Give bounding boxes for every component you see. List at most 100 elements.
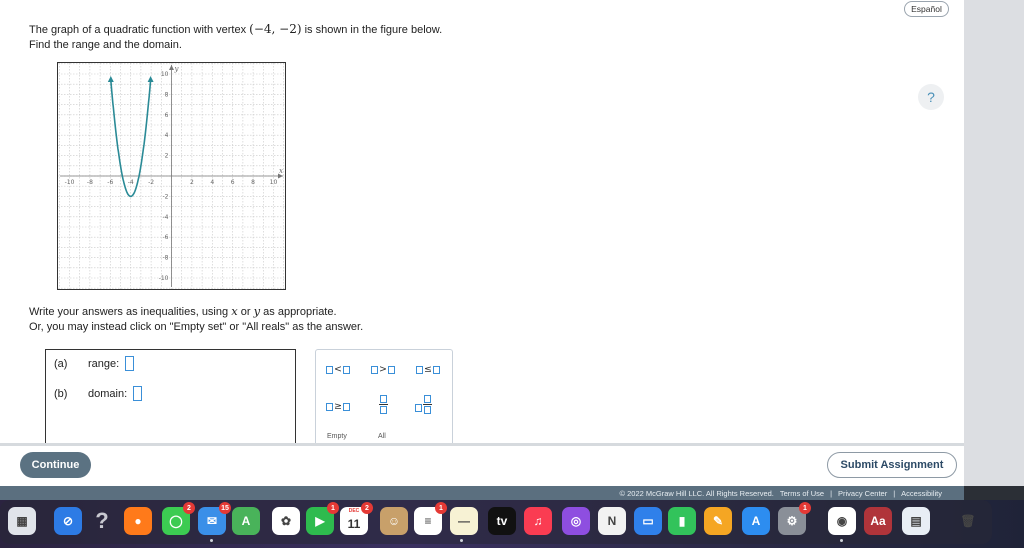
messages-glyph: ◯ [169, 514, 183, 528]
messages-icon[interactable]: ◯ 2 [162, 502, 195, 535]
help-icon[interactable]: ? [88, 507, 116, 535]
footer-right [964, 486, 1024, 500]
copyright-text: © 2022 McGraw Hill LLC. All Rights Reser… [619, 488, 774, 498]
domain-label: domain: [88, 387, 128, 400]
greater-equal-key[interactable]: ≥ [326, 401, 350, 412]
x-tick-label: 8 [251, 179, 255, 186]
trash-glyph: 🗑 [960, 514, 976, 528]
question-line-1: The graph of a quadratic function with v… [29, 22, 443, 36]
instructions-text: Write your answers as inequalities, usin… [29, 304, 363, 335]
x-tick-label: 10 [270, 179, 278, 186]
dictionary-icon[interactable]: Aa [864, 507, 892, 535]
range-row: (a) range: [54, 356, 135, 371]
accessibility-link[interactable]: Accessibility [901, 489, 942, 498]
footer-links: © 2022 McGraw Hill LLC. All Rights Reser… [620, 486, 942, 500]
calendar-month: DEC [348, 508, 360, 514]
contacts-icon[interactable]: ☺ [380, 507, 408, 535]
preview-glyph: ▤ [910, 514, 922, 528]
math-keypad: < > ≤ ≥ Empty All [315, 349, 453, 443]
tv-glyph: tv [496, 514, 508, 528]
chrome-glyph: ◉ [836, 514, 848, 528]
x-tick-label: -2 [148, 179, 154, 186]
photos-icon[interactable]: ✿ [272, 507, 300, 535]
graph-svg: -10 -8 -6 -4 -2 2 4 6 8 10 10 8 6 4 2 -2 -4 -6 -8 -10 x y [58, 63, 285, 289]
music-icon[interactable]: ♫ [524, 507, 552, 535]
continue-button[interactable]: Continue [20, 452, 91, 478]
empty-set-key[interactable]: Empty [327, 433, 347, 440]
keynote-glyph: ▭ [642, 514, 654, 528]
calendar-icon[interactable]: DEC 11 2 [340, 502, 373, 535]
help-button[interactable]: ? [918, 84, 944, 110]
terms-link[interactable]: Terms of Use [780, 489, 824, 498]
footer-separator: | [893, 488, 896, 498]
notification-badge: 1 [435, 502, 447, 514]
y-tick-label: -6 [163, 234, 169, 241]
maps-icon[interactable]: A [232, 507, 260, 535]
y-tick-label: -10 [159, 275, 169, 282]
launchpad-glyph: ▦ [16, 514, 28, 528]
podcasts-icon[interactable]: ◎ [562, 507, 590, 535]
podcasts-glyph: ◎ [570, 514, 582, 528]
range-input[interactable] [125, 356, 135, 371]
greater-than-key[interactable]: > [371, 364, 395, 375]
running-indicator [460, 539, 463, 542]
help-glyph: ? [95, 508, 109, 533]
less-equal-key[interactable]: ≤ [416, 364, 440, 375]
curve-arrow-left [107, 76, 114, 83]
keynote-icon[interactable]: ▭ [634, 507, 662, 535]
notification-badge: 1 [327, 502, 339, 514]
safari-icon[interactable]: ⊘ [54, 507, 82, 535]
reminders-icon[interactable]: ≡ 1 [414, 502, 447, 535]
pages-icon[interactable]: ✎ [704, 507, 732, 535]
privacy-link[interactable]: Privacy Center [838, 489, 887, 498]
footer-separator: | [830, 488, 833, 498]
x-tick-label: 6 [231, 179, 235, 186]
notification-badge: 2 [361, 502, 373, 514]
question-line-2: Find the range and the domain. [29, 39, 182, 51]
y-axis-label: y [174, 65, 180, 73]
range-part-label: (a) [54, 357, 68, 370]
music-glyph: ♫ [533, 514, 543, 528]
news-icon[interactable]: N [598, 507, 626, 535]
footer: © 2022 McGraw Hill LLC. All Rights Reser… [0, 486, 964, 500]
tv-icon[interactable]: tv [488, 507, 516, 535]
domain-part-label: (b) [54, 387, 68, 400]
numbers-icon[interactable]: ▮ [668, 507, 696, 535]
numbers-glyph: ▮ [678, 514, 686, 528]
app-store-icon[interactable]: A [742, 507, 770, 535]
photos-glyph: ✿ [280, 514, 292, 528]
domain-input[interactable] [133, 386, 143, 401]
language-button[interactable]: Español [904, 1, 949, 17]
reminders-glyph: ≡ [424, 514, 432, 528]
y-tick-label: 6 [165, 112, 169, 119]
chrome-icon[interactable]: ◉ [828, 507, 856, 535]
notes-glyph: — [458, 514, 470, 528]
system-preferences-icon[interactable]: ⚙ 1 [778, 502, 811, 535]
safari-glyph: ⊘ [62, 514, 74, 528]
notification-badge: 2 [183, 502, 195, 514]
news-glyph: N [607, 514, 617, 528]
facetime-icon[interactable]: ▶ 1 [306, 502, 339, 535]
curve-arrow-right [147, 76, 154, 83]
firefox-icon[interactable]: ● [124, 507, 152, 535]
instructions-line-2: Or, you may instead click on "Empty set"… [29, 321, 364, 333]
all-reals-key[interactable]: All [378, 433, 386, 440]
right-sidebar-strip [964, 0, 1024, 486]
launchpad-icon[interactable]: ▦ [8, 507, 36, 535]
x-tick-label: 2 [190, 179, 194, 186]
y-axis-arrow [169, 65, 174, 70]
notes-icon[interactable]: — [450, 507, 478, 535]
mail-icon[interactable]: ✉ 15 [198, 502, 231, 535]
preview-icon[interactable]: ▤ [902, 507, 930, 535]
running-indicator [840, 539, 843, 542]
less-than-key[interactable]: < [326, 364, 350, 375]
mixed-number-key[interactable] [415, 395, 432, 414]
running-indicator [210, 539, 213, 542]
submit-assignment-button[interactable]: Submit Assignment [827, 452, 957, 478]
trash-icon[interactable]: 🗑 [954, 507, 982, 535]
y-tick-label: 8 [165, 91, 169, 98]
notification-badge: 15 [219, 502, 231, 514]
notification-badge: 1 [799, 502, 811, 514]
fraction-key[interactable] [379, 395, 388, 414]
contacts-glyph: ☺ [387, 514, 401, 528]
